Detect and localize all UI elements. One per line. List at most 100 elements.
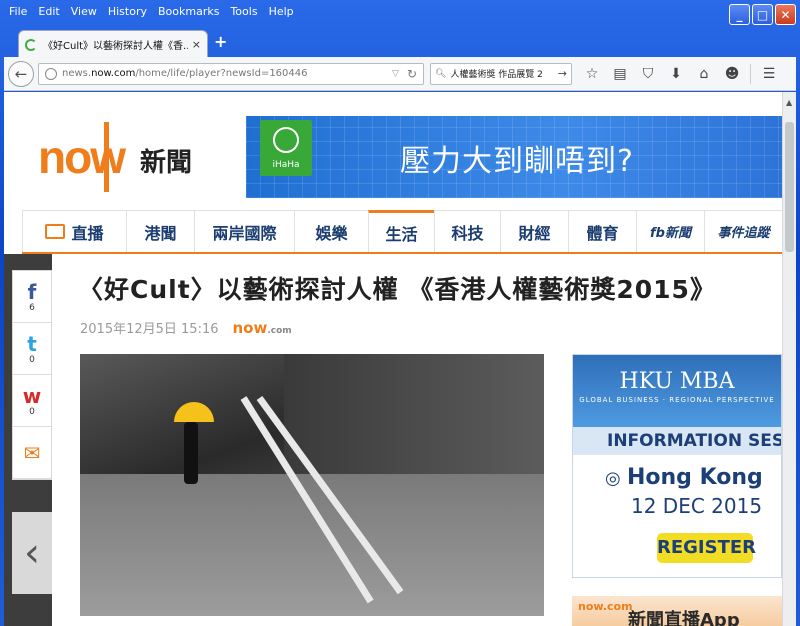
navigation-toolbar: ← news.now.com/home/life/player?newsId=1… — [4, 57, 796, 91]
menu-bar: File Edit View History Bookmarks Tools H… — [4, 4, 730, 22]
nav-item-entertainment[interactable]: 娛樂 — [294, 210, 368, 252]
home-icon[interactable]: ⌂ — [690, 66, 718, 82]
vertical-scrollbar[interactable]: ▲ — [782, 92, 796, 626]
url-dropdown-icon[interactable]: ▽ — [392, 69, 399, 79]
search-go-icon[interactable]: → — [558, 67, 567, 80]
email-share-button[interactable]: ✉ — [13, 427, 51, 479]
globe-icon — [45, 67, 57, 80]
menu-file[interactable]: File — [4, 4, 33, 22]
nav-item-live[interactable]: 直播 — [22, 210, 126, 252]
banner-ad[interactable]: iHaHa 壓力大到瞓唔到? — [246, 116, 782, 198]
weibo-icon: w — [22, 383, 42, 408]
pocket-icon[interactable]: ⛉ — [634, 66, 662, 82]
ihaha-face-icon — [273, 127, 299, 153]
logo-news-text: 新聞 — [140, 148, 193, 178]
ad-headline: INFORMATION SESSION — [573, 427, 781, 455]
tab-title: 《好Cult》以藝術探討人權《香... — [43, 41, 188, 52]
ihaha-label: iHaHa — [272, 160, 300, 170]
article-meta: 2015年12月5日 15:16 now.com — [80, 318, 292, 338]
menu-view[interactable]: View — [66, 4, 103, 22]
reload-icon[interactable]: ↻ — [407, 67, 417, 81]
ad-city-text: Hong Kong — [626, 465, 763, 490]
maximize-button[interactable]: □ — [752, 4, 773, 25]
url-bar[interactable]: news.now.com/home/life/player?newsId=160… — [38, 62, 424, 85]
menu-bookmarks[interactable]: Bookmarks — [153, 4, 225, 22]
photo-road — [80, 474, 544, 616]
location-pin-icon: ◎ — [605, 468, 627, 489]
window-controls: _ □ ✕ — [729, 4, 796, 25]
menu-help[interactable]: Help — [264, 4, 300, 22]
news-app-ad[interactable]: now.com 新聞直播App — [572, 596, 782, 626]
nav-item-event-tracking[interactable]: 事件追蹤 — [704, 210, 782, 252]
ad-date: 12 DEC 2015 — [631, 494, 763, 518]
close-window-button[interactable]: ✕ — [775, 4, 796, 25]
site-logo[interactable]: now 新聞 — [34, 122, 224, 192]
reading-list-icon[interactable]: ▤ — [606, 66, 634, 82]
minimize-button[interactable]: _ — [729, 4, 750, 25]
weibo-share-button[interactable]: w0 — [13, 375, 51, 427]
toolbar-separator — [750, 63, 751, 84]
facebook-share-button[interactable]: f6 — [13, 271, 51, 323]
back-button[interactable]: ← — [8, 60, 34, 87]
article-title: 〈好Cult〉以藝術探討人權 《香港人權藝術獎2015》 — [78, 275, 716, 304]
downloads-icon[interactable]: ⬇ — [662, 66, 690, 82]
section-nav: 直播 港聞 兩岸國際 娛樂 生活 科技 財經 體育 fb新聞 事件追蹤 — [22, 210, 782, 254]
page-viewport: now 新聞 iHaHa 壓力大到瞓唔到? 直播 港聞 兩岸國際 娛樂 生活 科… — [4, 92, 782, 626]
close-tab-icon[interactable]: × — [192, 38, 201, 51]
facebook-count: 6 — [29, 302, 35, 313]
nav-item-tech[interactable]: 科技 — [434, 210, 500, 252]
search-icon: 🔍︎ — [435, 68, 447, 79]
nav-item-local[interactable]: 港聞 — [126, 210, 194, 252]
nav-item-finance[interactable]: 財經 — [500, 210, 568, 252]
new-tab-button[interactable]: + — [214, 32, 227, 51]
photo-tunnel-wall — [284, 354, 544, 494]
hamburger-menu-icon[interactable]: ☰ — [755, 66, 783, 82]
twitter-count: 0 — [29, 354, 35, 365]
ad2-text: 新聞直播App — [628, 610, 740, 626]
ihaha-logo: iHaHa — [260, 120, 312, 176]
ad2-brand: now.com — [578, 600, 633, 613]
url-prefix: news. — [62, 68, 92, 79]
chevron-left-icon: ‹ — [24, 530, 40, 576]
nav-item-life[interactable]: 生活 — [368, 210, 434, 252]
ad-city: ◎ Hong Kong — [605, 465, 781, 490]
scrollbar-thumb[interactable] — [785, 122, 794, 252]
chat-icon[interactable]: ☻ — [718, 66, 746, 82]
twitter-icon: t — [27, 331, 37, 356]
twitter-share-button[interactable]: t0 — [13, 323, 51, 375]
mail-icon: ✉ — [23, 440, 41, 465]
scroll-up-icon[interactable]: ▲ — [786, 98, 792, 107]
menu-history[interactable]: History — [103, 4, 153, 22]
photo-person — [184, 422, 198, 484]
logo-now: now — [38, 131, 126, 183]
menu-edit[interactable]: Edit — [33, 4, 65, 22]
tv-icon — [45, 224, 66, 239]
menu-tools[interactable]: Tools — [225, 4, 263, 22]
facebook-icon: f — [27, 279, 37, 304]
article-photo[interactable] — [80, 354, 544, 616]
ad-register-button[interactable]: REGISTER — [657, 533, 756, 563]
nav-item-sports[interactable]: 體育 — [568, 210, 636, 252]
share-panel: f6 t0 w0 ✉ — [12, 270, 52, 480]
nav-item-international[interactable]: 兩岸國際 — [194, 210, 294, 252]
article-date: 2015年12月5日 15:16 — [80, 322, 219, 337]
banner-slogan: 壓力大到瞓唔到? — [400, 144, 634, 179]
search-bar[interactable]: 🔍︎ 人權藝術獎 作品展覽 2 → — [430, 62, 572, 85]
ad-header: HKU MBA GLOBAL BUSINESS · REGIONAL PERSP… — [573, 355, 781, 427]
tab-strip: 《好Cult》以藝術探討人權《香... × + — [4, 26, 796, 58]
back-arrow-icon: ← — [14, 64, 28, 83]
url-text: news.now.com/home/life/player?newsId=160… — [62, 68, 388, 79]
nav-item-fb-news[interactable]: fb新聞 — [636, 210, 704, 252]
nav-label: 直播 — [71, 223, 104, 243]
weibo-count: 0 — [29, 406, 35, 417]
source-logo: now.com — [233, 319, 292, 337]
previous-article-button[interactable]: ‹ — [12, 512, 52, 594]
hku-mba-ad[interactable]: HKU MBA GLOBAL BUSINESS · REGIONAL PERSP… — [572, 354, 782, 578]
url-path: /home/life/player?newsId=160446 — [135, 68, 308, 79]
ad-brand: HKU MBA — [619, 369, 735, 394]
browser-tab[interactable]: 《好Cult》以藝術探討人權《香... × — [18, 30, 208, 58]
source-suffix: .com — [267, 325, 292, 336]
search-value: 人權藝術獎 作品展覽 2 — [450, 70, 543, 80]
ad-tagline: GLOBAL BUSINESS · REGIONAL PERSPECTIVE — [579, 396, 775, 404]
bookmark-star-icon[interactable]: ☆ — [578, 66, 606, 82]
